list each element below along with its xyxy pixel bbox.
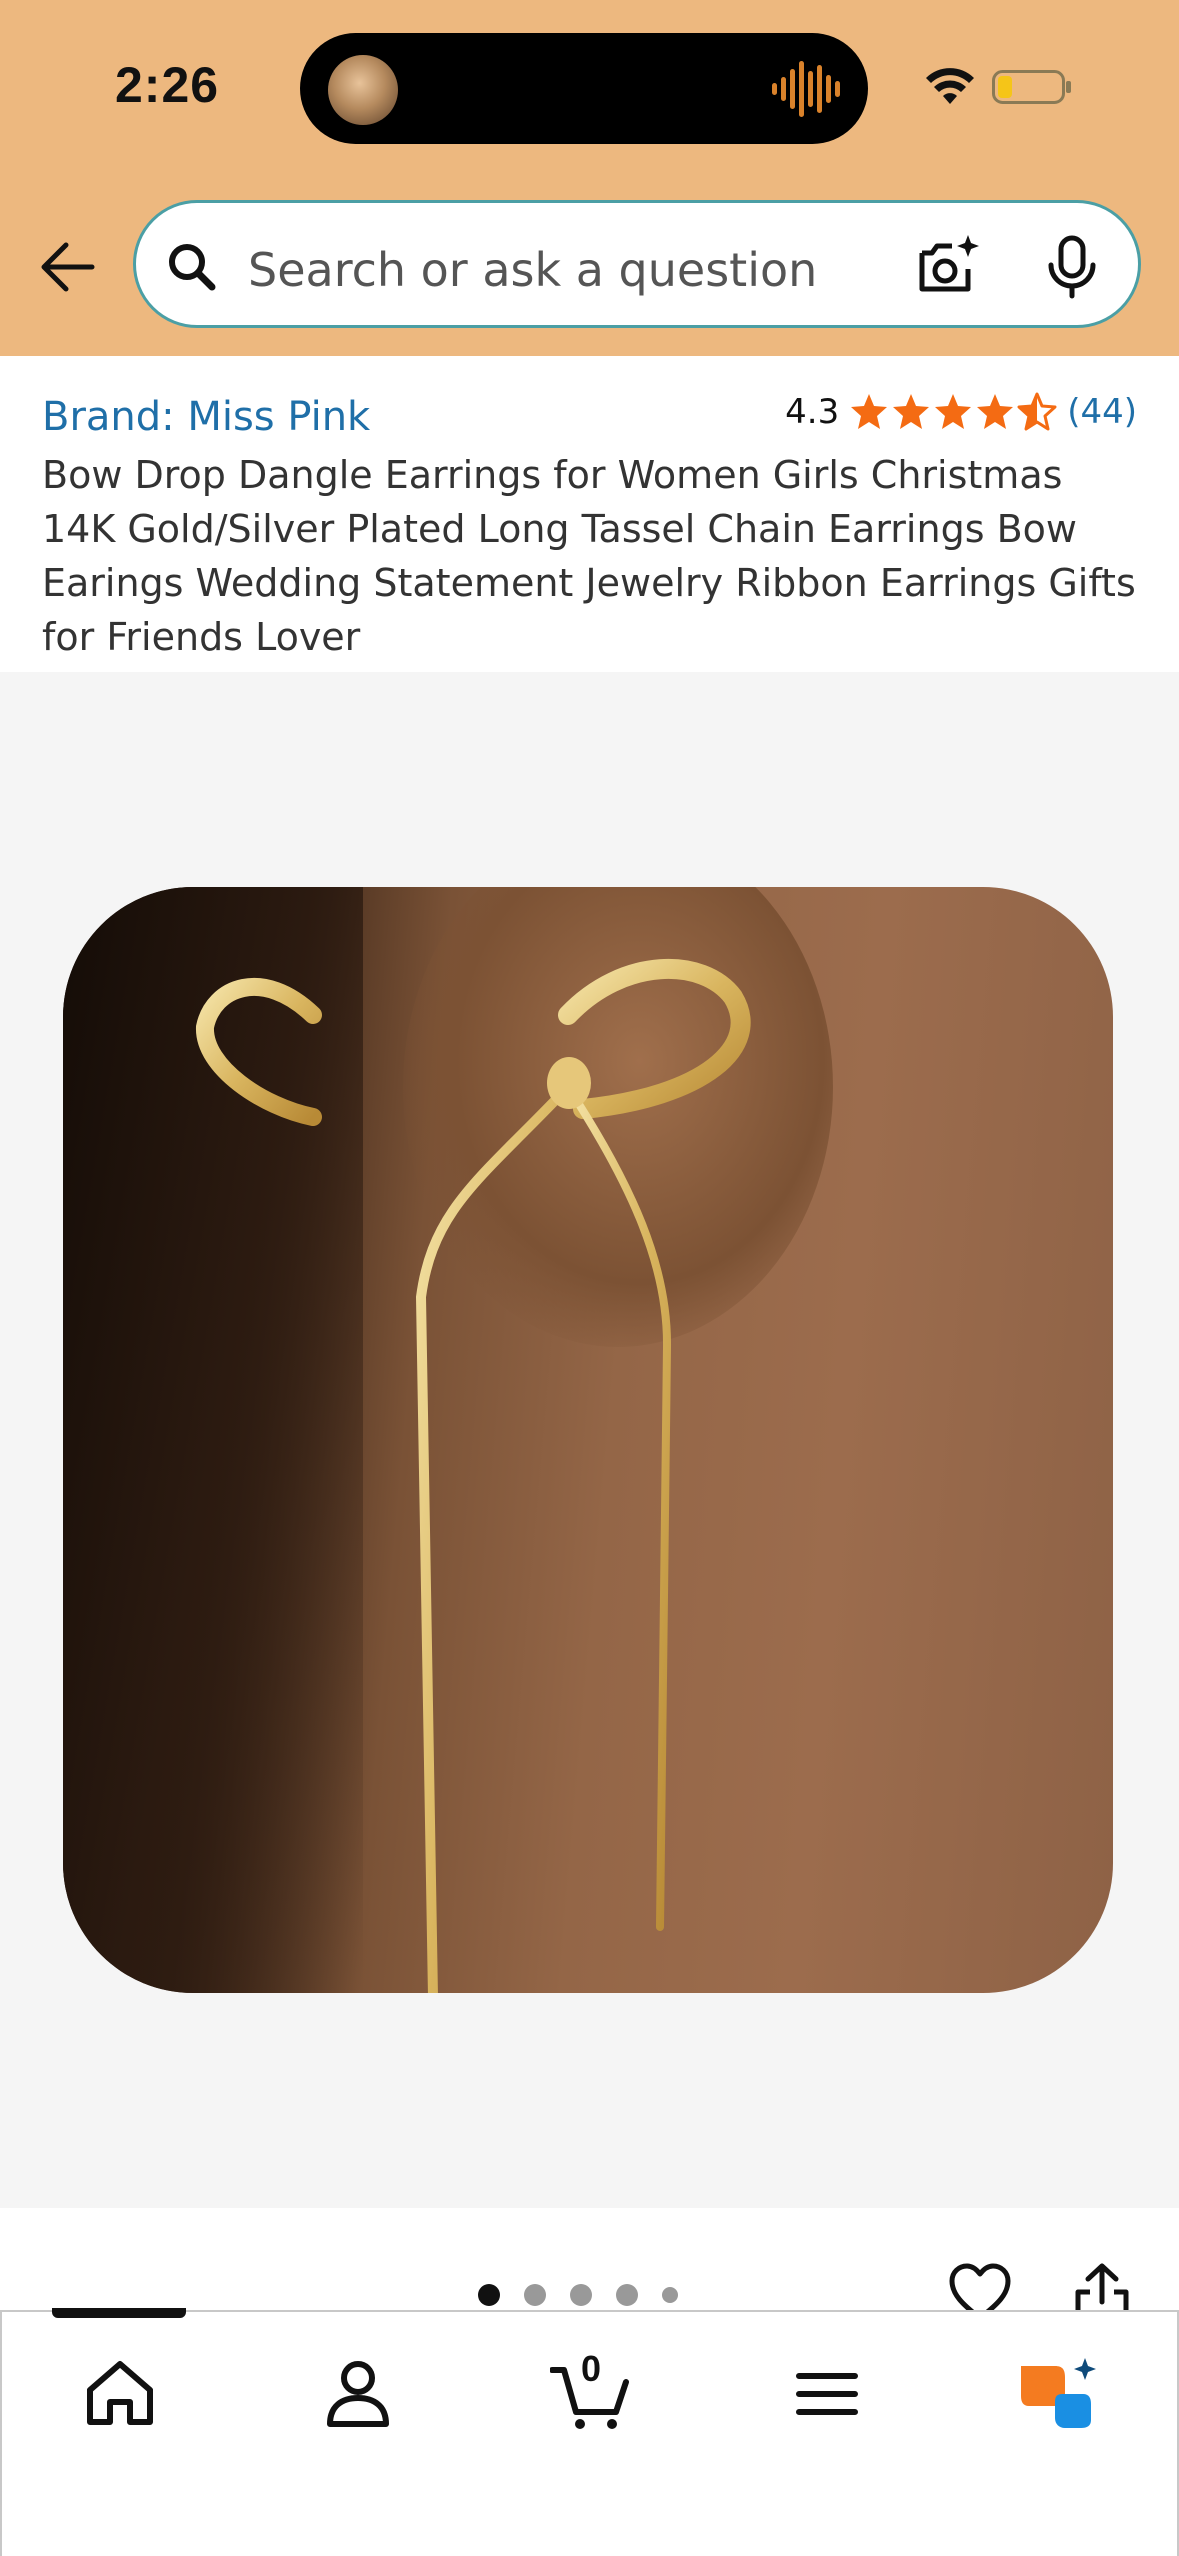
- wifi-icon: [926, 68, 974, 104]
- status-time: 2:26: [115, 57, 220, 113]
- app-header: 2:26 Search or ask a question: [0, 0, 1179, 356]
- dynamic-island: [300, 33, 868, 144]
- star-rating: [849, 392, 1057, 432]
- brand-link[interactable]: Brand: Miss Pink: [42, 394, 370, 440]
- rating-summary[interactable]: 4.3 (44): [785, 392, 1137, 432]
- cart-button[interactable]: 0: [549, 2348, 630, 2434]
- carousel-dot[interactable]: [662, 2287, 678, 2303]
- menu-icon[interactable]: [787, 2354, 867, 2434]
- carousel-dot-active[interactable]: [478, 2284, 500, 2306]
- carousel-dot[interactable]: [616, 2284, 638, 2306]
- camera-search-icon[interactable]: [914, 233, 980, 299]
- star-full-icon: [851, 394, 888, 429]
- product-image[interactable]: [63, 887, 1113, 1993]
- search-icon: [169, 244, 216, 291]
- carousel-dot[interactable]: [524, 2284, 546, 2306]
- rating-count[interactable]: (44): [1067, 392, 1137, 432]
- star-full-icon: [893, 394, 930, 429]
- audio-wave-icon: [772, 61, 840, 117]
- search-bar[interactable]: Search or ask a question: [133, 200, 1141, 328]
- home-icon[interactable]: [80, 2354, 160, 2434]
- now-playing-artwork: [328, 55, 398, 125]
- star-full-icon: [977, 394, 1014, 429]
- star-partial-icon: [1017, 392, 1057, 431]
- battery-icon: [992, 70, 1071, 104]
- star-full-icon: [935, 394, 972, 429]
- product-title: Bow Drop Dangle Earrings for Women Girls…: [42, 453, 1136, 659]
- product-image-carousel[interactable]: [0, 672, 1179, 2208]
- active-tab-indicator: [52, 2308, 186, 2318]
- bow-earring-image: [196, 958, 751, 1993]
- microphone-icon[interactable]: [1044, 235, 1100, 299]
- search-input[interactable]: Search or ask a question: [248, 243, 817, 297]
- carousel-dots[interactable]: [478, 2284, 678, 2306]
- bottom-navigation: 0: [0, 2308, 1179, 2556]
- cart-count: 0: [580, 2348, 602, 2389]
- rufus-ai-icon[interactable]: [1017, 2354, 1097, 2434]
- rating-value: 4.3: [785, 392, 840, 432]
- profile-icon[interactable]: [318, 2354, 398, 2434]
- back-arrow-icon[interactable]: [32, 232, 102, 302]
- carousel-dot[interactable]: [570, 2284, 592, 2306]
